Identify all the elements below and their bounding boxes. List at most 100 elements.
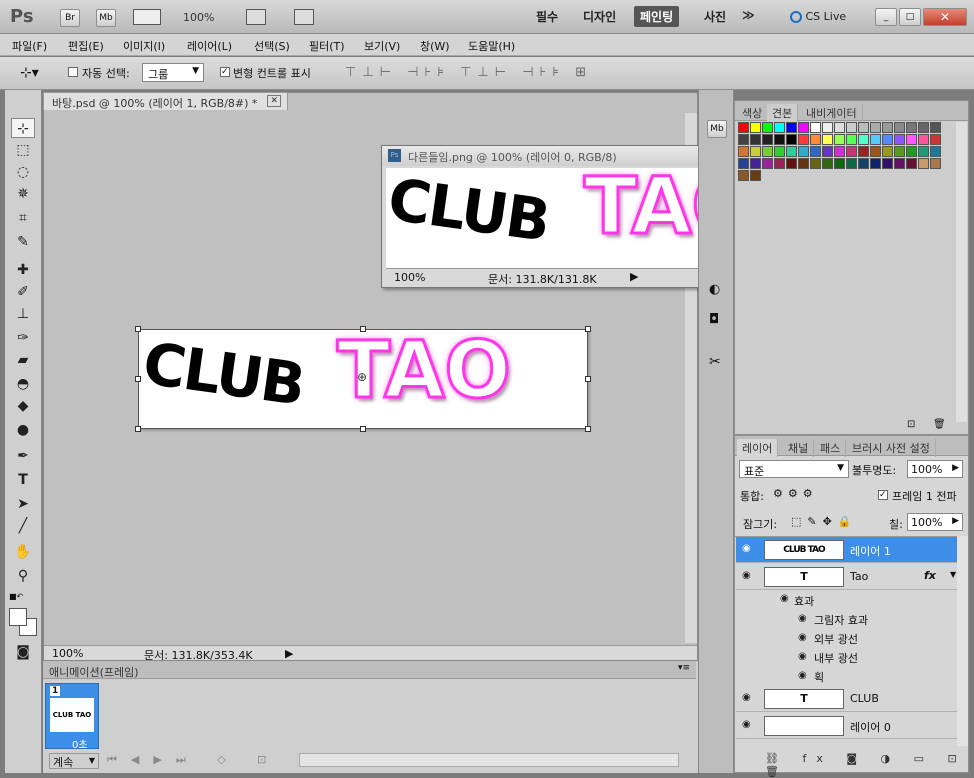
menu-help[interactable]: 도움말(H) bbox=[468, 38, 515, 54]
color-swatch[interactable] bbox=[750, 122, 761, 133]
brush-panel-icon[interactable]: ◐ bbox=[709, 282, 720, 297]
color-swatch[interactable] bbox=[810, 146, 821, 157]
color-swatch[interactable] bbox=[834, 158, 845, 169]
color-swatch[interactable] bbox=[810, 134, 821, 145]
workspace-painting[interactable]: 페인팅 bbox=[634, 6, 680, 27]
history-brush-icon[interactable]: ✑ bbox=[11, 328, 35, 348]
animation-frame[interactable]: 1 CLUB TAO 0초 bbox=[45, 683, 99, 751]
workspace-essentials[interactable]: 필수 bbox=[536, 8, 558, 25]
tools-panel-icon[interactable]: ✂ bbox=[709, 354, 721, 370]
color-swatch[interactable] bbox=[882, 146, 893, 157]
mini-bridge-panel-icon[interactable]: Mb bbox=[707, 120, 727, 138]
lasso-tool-icon[interactable]: ◌ bbox=[11, 162, 35, 182]
pen-tool-icon[interactable]: ✒ bbox=[11, 446, 35, 466]
type-tool-icon[interactable]: T bbox=[11, 470, 35, 490]
color-swatch[interactable] bbox=[918, 146, 929, 157]
effect-inner-glow[interactable]: 내부 광선 bbox=[814, 650, 858, 666]
color-swatch[interactable] bbox=[750, 146, 761, 157]
menu-filter[interactable]: 필터(T) bbox=[309, 38, 345, 54]
paint-bucket-icon[interactable]: ◓ bbox=[11, 374, 35, 394]
color-swatch[interactable] bbox=[846, 146, 857, 157]
layer-row-club[interactable]: ◉ T CLUB bbox=[736, 686, 967, 712]
brush-tool-icon[interactable]: ✐ bbox=[11, 282, 35, 302]
default-colors-icon[interactable]: ■↶ bbox=[9, 592, 23, 601]
color-swatch[interactable] bbox=[738, 158, 749, 169]
color-swatch[interactable] bbox=[918, 158, 929, 169]
tab-navigator[interactable]: 내비게이터 bbox=[801, 104, 863, 122]
healing-brush-icon[interactable]: ✚ bbox=[11, 260, 35, 280]
path-select-icon[interactable]: ➤ bbox=[11, 494, 35, 514]
trash-icon[interactable]: 🗑 bbox=[933, 419, 946, 430]
color-swatch[interactable] bbox=[810, 158, 821, 169]
transform-handle[interactable] bbox=[585, 326, 591, 332]
menu-image[interactable]: 이미지(I) bbox=[123, 38, 165, 54]
tab-color[interactable]: 색상 bbox=[737, 104, 769, 122]
effect-outer-glow[interactable]: 외부 광선 bbox=[814, 631, 858, 647]
color-swatch[interactable] bbox=[930, 158, 941, 169]
expand-effects-icon[interactable]: ▼ bbox=[950, 570, 956, 579]
dodge-tool-icon[interactable]: ● bbox=[11, 420, 35, 440]
color-swatch[interactable] bbox=[738, 122, 749, 133]
color-swatch[interactable] bbox=[894, 122, 905, 133]
animation-scrollbar[interactable] bbox=[299, 753, 679, 767]
color-swatch[interactable] bbox=[774, 134, 785, 145]
color-swatch[interactable] bbox=[762, 122, 773, 133]
document-tab[interactable]: 바탕.psd @ 100% (레이어 1, RGB/8#) * ✕ bbox=[43, 92, 288, 110]
transform-handle[interactable] bbox=[360, 426, 366, 432]
color-swatch[interactable] bbox=[762, 146, 773, 157]
panel-menu-icon[interactable]: ▾≡ bbox=[678, 663, 690, 673]
color-swatch[interactable] bbox=[750, 170, 761, 181]
color-swatch[interactable] bbox=[798, 158, 809, 169]
playback-controls[interactable]: ⏮◀▶⏭ ◇ ⊡ 🗑 bbox=[107, 753, 326, 767]
foreground-color-swatch[interactable] bbox=[9, 608, 27, 626]
quick-mask-icon[interactable]: ◙ bbox=[11, 642, 35, 662]
close-tab-icon[interactable]: ✕ bbox=[267, 95, 281, 107]
opacity-input[interactable]: 100% ▶ bbox=[907, 460, 963, 478]
color-swatch[interactable] bbox=[858, 146, 869, 157]
zoom-level[interactable]: 100% bbox=[183, 11, 214, 24]
fill-input[interactable]: 100% ▶ bbox=[907, 513, 963, 531]
color-swatch[interactable] bbox=[906, 158, 917, 169]
status-arrow-icon[interactable]: ▶ bbox=[285, 647, 293, 660]
menu-edit[interactable]: 편집(E) bbox=[68, 38, 104, 54]
blend-mode-dropdown[interactable]: 표준 ▼ bbox=[739, 460, 849, 478]
color-swatch[interactable] bbox=[858, 134, 869, 145]
color-swatch[interactable] bbox=[846, 158, 857, 169]
menu-view[interactable]: 보기(V) bbox=[364, 38, 400, 54]
color-swatch[interactable] bbox=[870, 146, 881, 157]
close-button[interactable]: ✕ bbox=[923, 8, 967, 26]
zoom-tool-icon[interactable]: ⚲ bbox=[11, 566, 35, 586]
color-swatch[interactable] bbox=[774, 158, 785, 169]
tab-layers[interactable]: 레이어 bbox=[737, 439, 779, 457]
color-swatch[interactable] bbox=[882, 158, 893, 169]
effect-stroke[interactable]: 획 bbox=[814, 669, 824, 685]
transform-controls-checkbox[interactable]: ✓ bbox=[220, 67, 230, 77]
color-swatch[interactable] bbox=[810, 122, 821, 133]
color-swatch[interactable] bbox=[870, 122, 881, 133]
eye-icon[interactable]: ◉ bbox=[780, 593, 789, 604]
transform-handle[interactable] bbox=[135, 326, 141, 332]
color-swatch[interactable] bbox=[894, 134, 905, 145]
color-swatch[interactable] bbox=[846, 134, 857, 145]
tab-swatches[interactable]: 견본 bbox=[767, 104, 799, 122]
layer-footer-buttons[interactable]: ⛓ fx ◙ ◑ ▭ ⊡ 🗑 bbox=[765, 752, 968, 778]
status-arrow-icon[interactable]: ▶ bbox=[630, 270, 638, 283]
new-swatch-icon[interactable]: ⊡ bbox=[907, 419, 915, 430]
propagate-checkbox[interactable]: ✓ bbox=[878, 490, 888, 500]
effect-drop-shadow[interactable]: 그림자 효과 bbox=[814, 612, 868, 628]
line-tool-icon[interactable]: ╱ bbox=[11, 516, 35, 536]
color-swatch[interactable] bbox=[738, 146, 749, 157]
screen-mode-icon[interactable] bbox=[294, 9, 314, 25]
color-swatch[interactable] bbox=[750, 158, 761, 169]
color-swatch[interactable] bbox=[774, 122, 785, 133]
color-swatch[interactable] bbox=[786, 158, 797, 169]
menu-file[interactable]: 파일(F) bbox=[12, 38, 47, 54]
eyedropper-icon[interactable]: ✎ bbox=[11, 232, 35, 252]
color-swatch[interactable] bbox=[930, 146, 941, 157]
color-swatch[interactable] bbox=[798, 122, 809, 133]
cs-live-button[interactable]: CS Live bbox=[790, 10, 846, 23]
tab-channels[interactable]: 채널 bbox=[783, 439, 815, 457]
view-extras-icon[interactable] bbox=[133, 9, 161, 25]
workspace-photography[interactable]: 사진 bbox=[704, 8, 726, 25]
tab-paths[interactable]: 패스 bbox=[815, 439, 847, 457]
